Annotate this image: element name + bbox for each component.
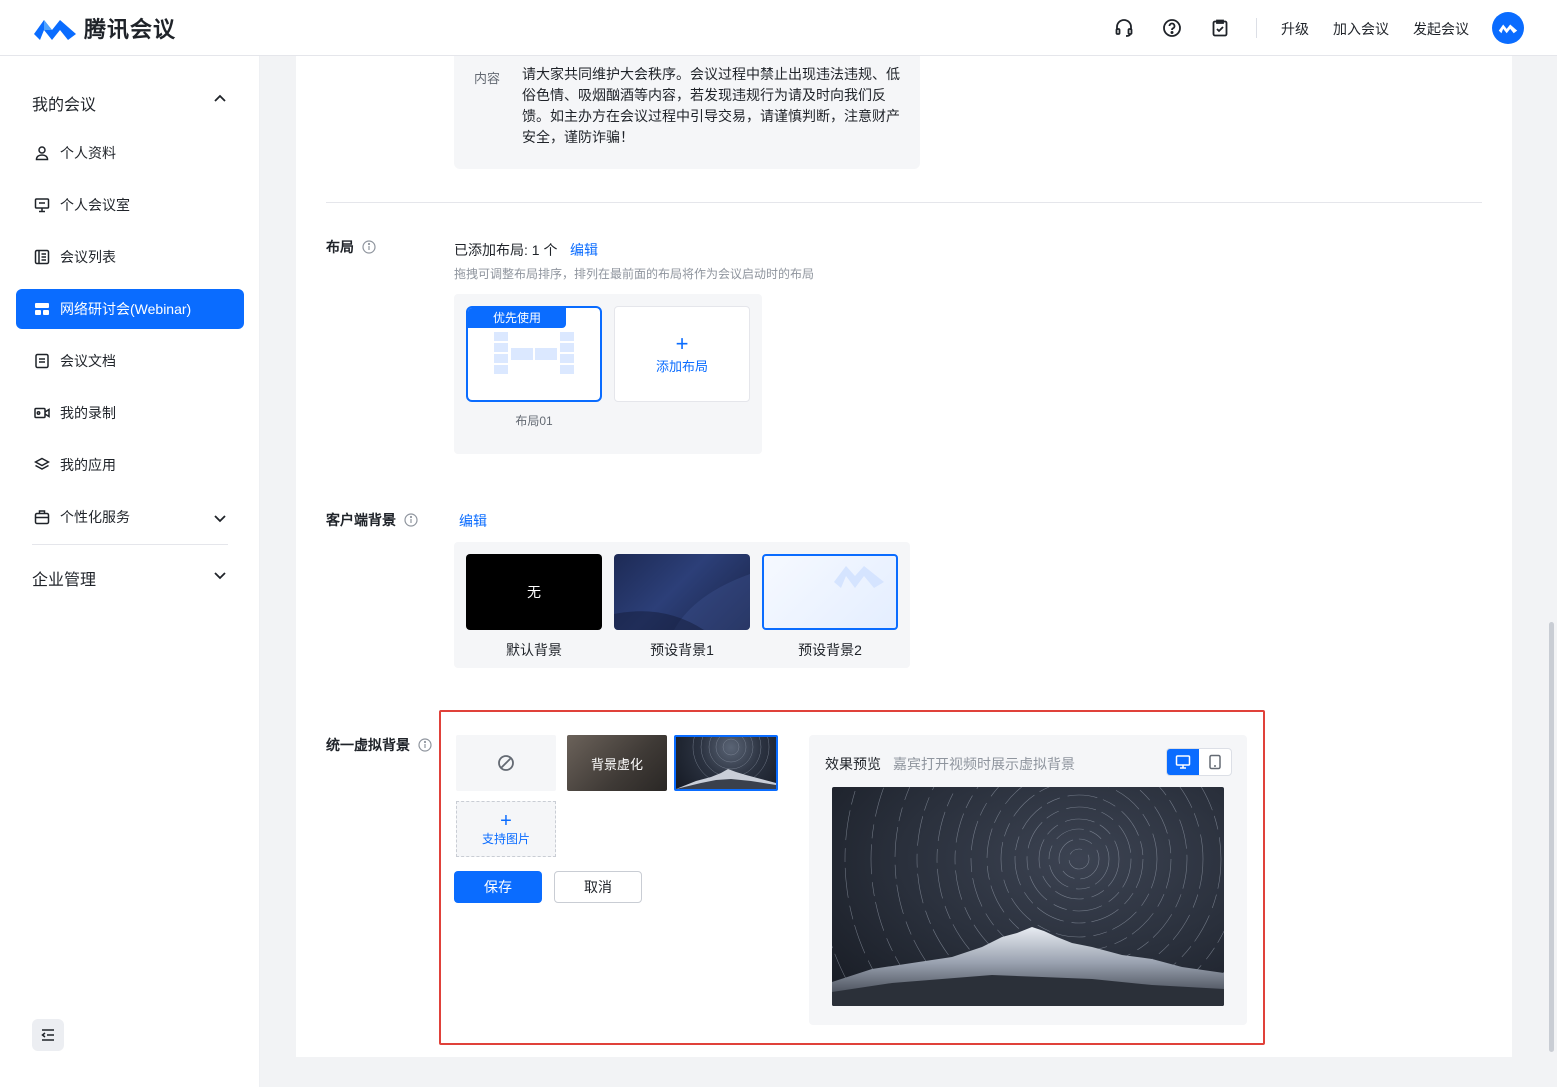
help-icon[interactable]: [1161, 17, 1183, 39]
vb-startrail-option[interactable]: [674, 735, 778, 791]
layout-section-label: 布局: [326, 237, 376, 257]
chevron-up-icon[interactable]: [210, 89, 230, 109]
preset-bg-1-image: [614, 574, 750, 630]
plus-icon: +: [675, 330, 689, 356]
preset-bg-2-thumb[interactable]: [762, 554, 898, 630]
clipboard-icon[interactable]: [1209, 17, 1231, 39]
sidebar: 我的会议 个人资料 个人会议室 会议列表 网络研讨会(Webinar) 会议文档…: [0, 56, 260, 1087]
virtual-bg-label: 统一虚拟背景: [326, 737, 410, 753]
disabled-icon: [498, 755, 514, 771]
info-icon[interactable]: [362, 240, 376, 254]
preview-subtitle: 嘉宾打开视频时展示虚拟背景: [893, 756, 1075, 772]
sidebar-item-webinar[interactable]: 网络研讨会(Webinar): [16, 289, 244, 329]
sidebar-item-recordings[interactable]: 我的录制: [16, 393, 244, 433]
default-bg-thumb-text: 无: [527, 584, 541, 600]
notice-label: 内容: [474, 71, 501, 86]
default-bg-name: 默认背景: [506, 642, 562, 658]
document-icon: [34, 353, 50, 369]
sidebar-item-label: 会议列表: [60, 249, 116, 265]
layout-label: 布局: [326, 239, 354, 255]
info-icon[interactable]: [404, 513, 418, 527]
preview-image: [832, 787, 1224, 1006]
sidebar-item-meeting-list[interactable]: 会议列表: [16, 237, 244, 277]
join-meeting-link[interactable]: 加入会议: [1333, 19, 1389, 39]
client-bg-label: 客户端背景: [326, 512, 396, 528]
collapse-menu-icon: [41, 1029, 54, 1041]
start-meeting-link[interactable]: 发起会议: [1413, 19, 1469, 39]
app-logo[interactable]: 腾讯会议: [32, 12, 176, 44]
upgrade-link[interactable]: 升级: [1281, 19, 1309, 39]
sidebar-divider: [32, 544, 228, 545]
layout-hint: 拖拽可调整布局排序，排列在最前面的布局将作为会议启动时的布局: [454, 267, 815, 281]
client-bg-section-label: 客户端背景: [326, 510, 418, 530]
save-button[interactable]: 保存: [454, 871, 542, 903]
sidebar-group-my-meetings[interactable]: 我的会议: [32, 91, 96, 115]
startrail-preview-image: [832, 787, 1224, 1006]
preview-title: 效果预览: [825, 756, 881, 772]
vb-upload-button[interactable]: + 支持图片: [456, 801, 556, 857]
avatar[interactable]: [1492, 12, 1524, 44]
sidebar-item-profile[interactable]: 个人资料: [16, 133, 244, 173]
collapse-sidebar-button[interactable]: [32, 1019, 64, 1051]
sidebar-item-label: 我的录制: [60, 405, 116, 421]
tablet-icon: [1209, 754, 1221, 770]
list-icon: [34, 249, 50, 265]
add-layout-label: 添加布局: [655, 358, 708, 374]
sidebar-item-label: 个人会议室: [60, 197, 130, 213]
info-icon[interactable]: [418, 738, 432, 752]
sidebar-item-apps[interactable]: 我的应用: [16, 445, 244, 485]
app-name: 腾讯会议: [84, 17, 177, 42]
tencent-meeting-logo-icon: [34, 20, 76, 40]
chevron-down-icon[interactable]: [210, 508, 230, 528]
layers-icon: [34, 457, 50, 473]
desktop-icon: [1175, 755, 1191, 769]
default-bg-thumb[interactable]: 无: [466, 554, 602, 630]
sidebar-item-label: 会议文档: [60, 353, 116, 369]
plus-icon: +: [500, 809, 512, 832]
vb-upload-label: 支持图片: [481, 831, 530, 846]
sidebar-group-enterprise[interactable]: 企业管理: [32, 566, 96, 590]
startrail-thumb-image: [676, 737, 776, 789]
user-icon: [34, 145, 50, 161]
top-bar: 腾讯会议 升级 加入会议 发起会议: [0, 0, 1557, 56]
notice-text: 请大家共同维护大会秩序。会议过程中禁止出现违法违规、低俗色情、吸烟酗酒等内容，若…: [522, 66, 900, 145]
layout-card[interactable]: 优先使用: [466, 306, 602, 402]
sidebar-item-label: 我的应用: [60, 457, 116, 473]
scrollbar[interactable]: [1549, 622, 1554, 1052]
sidebar-item-label: 网络研讨会(Webinar): [60, 301, 192, 317]
vb-blur-option[interactable]: 背景虚化: [567, 735, 667, 791]
layout-edit-link[interactable]: 编辑: [570, 240, 598, 260]
video-icon: [34, 405, 50, 421]
webinar-icon: [34, 301, 50, 317]
section-divider: [326, 202, 1482, 203]
preset-bg-1-name: 预设背景1: [650, 642, 714, 658]
layout-name: 布局01: [515, 414, 553, 428]
preferred-tag: 优先使用: [468, 308, 566, 328]
preset-bg-1-thumb[interactable]: [614, 554, 750, 630]
desktop-view-button[interactable]: [1167, 749, 1199, 775]
virtual-bg-section-label: 统一虚拟背景: [326, 735, 432, 755]
sidebar-item-personal-room[interactable]: 个人会议室: [16, 185, 244, 225]
device-toggle: [1166, 748, 1232, 776]
sidebar-item-label: 个人资料: [60, 145, 116, 161]
sidebar-item-label: 个性化服务: [60, 509, 130, 525]
sidebar-item-documents[interactable]: 会议文档: [16, 341, 244, 381]
vb-blur-label: 背景虚化: [590, 756, 643, 772]
tablet-view-button[interactable]: [1199, 749, 1231, 775]
preset-bg-2-image: [834, 566, 884, 588]
monitor-icon: [34, 197, 50, 213]
chevron-down-icon[interactable]: [210, 565, 230, 585]
header-divider: [1256, 18, 1257, 38]
vb-none-option[interactable]: [456, 735, 556, 791]
add-layout-button[interactable]: + 添加布局: [614, 306, 750, 402]
cancel-button[interactable]: 取消: [554, 871, 642, 903]
layout-count: 已添加布局: 1 个: [454, 242, 558, 258]
client-bg-edit-link[interactable]: 编辑: [459, 511, 487, 531]
preset-bg-2-name: 预设背景2: [798, 642, 862, 658]
briefcase-icon: [34, 509, 50, 525]
headset-icon[interactable]: [1113, 17, 1135, 39]
